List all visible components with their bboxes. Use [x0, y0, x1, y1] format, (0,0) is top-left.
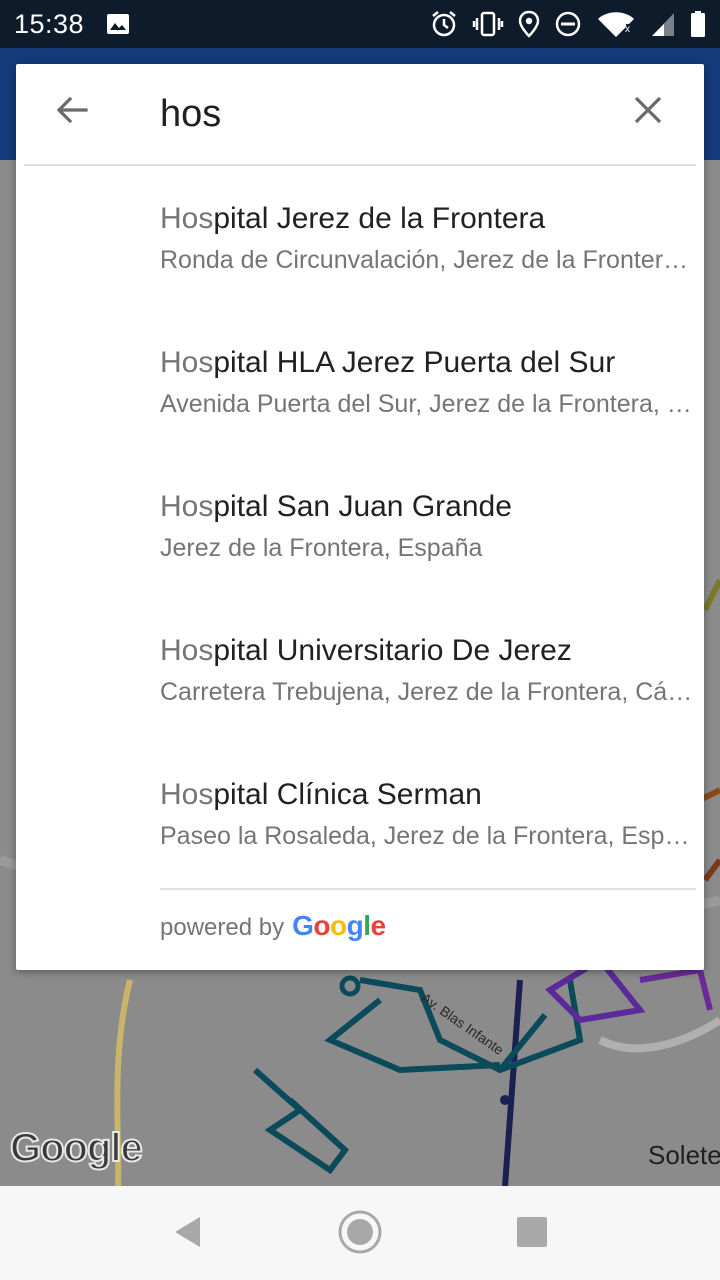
- nav-back-button[interactable]: [160, 1206, 216, 1262]
- result-item[interactable]: Hospital Jerez de la Frontera Ronda de C…: [16, 166, 704, 310]
- status-bar: 15:38 x: [0, 0, 720, 48]
- search-autocomplete-dialog: Hospital Jerez de la Frontera Ronda de C…: [16, 64, 704, 970]
- result-match: Hos: [160, 490, 214, 523]
- location-icon: [518, 10, 540, 38]
- result-title-rest: pital Jerez de la Frontera: [213, 202, 546, 235]
- result-title: Hospital Clínica Serman: [160, 778, 696, 812]
- powered-by-google: powered by Google: [160, 910, 386, 942]
- google-map-logo: Google: [9, 1125, 144, 1171]
- close-icon: [632, 94, 664, 131]
- signal-icon: [650, 10, 676, 38]
- nav-home-button[interactable]: [332, 1206, 388, 1262]
- result-title-rest: pital HLA Jerez Puerta del Sur: [213, 346, 616, 379]
- svg-text:x: x: [625, 24, 630, 35]
- google-logo-letter: o: [329, 910, 347, 941]
- status-icons: x: [430, 0, 706, 48]
- result-subtitle: Ronda de Circunvalación, Jerez de la Fro…: [160, 246, 696, 274]
- result-item[interactable]: Hospital Clínica Serman Paseo la Rosaled…: [16, 742, 704, 886]
- result-subtitle: Avenida Puerta del Sur, Jerez de la Fron…: [160, 390, 696, 418]
- back-triangle-icon: [172, 1215, 204, 1254]
- result-subtitle: Paseo la Rosaleda, Jerez de la Frontera,…: [160, 822, 696, 850]
- image-icon: [106, 13, 130, 35]
- google-logo-letter: G: [292, 910, 314, 941]
- google-logo-letter: o: [313, 910, 330, 941]
- recents-square-icon: [516, 1216, 548, 1253]
- footer-divider: [160, 888, 696, 890]
- result-match: Hos: [160, 346, 214, 379]
- result-item[interactable]: Hospital Universitario De Jerez Carreter…: [16, 598, 704, 742]
- result-title-rest: pital San Juan Grande: [213, 490, 512, 523]
- result-match: Hos: [160, 778, 214, 811]
- place-label: Solete: [648, 1140, 720, 1170]
- result-subtitle: Carretera Trebujena, Jerez de la Fronter…: [160, 678, 696, 706]
- results-list: Hospital Jerez de la Frontera Ronda de C…: [16, 166, 704, 886]
- result-title-rest: pital Universitario De Jerez: [213, 634, 572, 667]
- google-logo-letter: g: [346, 910, 364, 941]
- result-title: Hospital Universitario De Jerez: [160, 634, 696, 668]
- alarm-icon: [430, 10, 458, 38]
- result-item[interactable]: Hospital HLA Jerez Puerta del Sur Avenid…: [16, 310, 704, 454]
- back-button[interactable]: [52, 92, 92, 132]
- status-time: 15:38: [14, 8, 85, 39]
- battery-icon: [690, 10, 706, 38]
- dnd-icon: [554, 10, 582, 38]
- arrow-back-icon: [54, 92, 90, 133]
- wifi-icon: x: [596, 10, 636, 38]
- vibrate-icon: [472, 10, 504, 38]
- result-title: Hospital San Juan Grande: [160, 490, 696, 524]
- result-title: Hospital HLA Jerez Puerta del Sur: [160, 346, 696, 380]
- result-title: Hospital Jerez de la Frontera: [160, 202, 696, 236]
- result-match: Hos: [160, 202, 214, 235]
- home-circle-icon: [337, 1209, 383, 1260]
- google-logo: Google: [292, 910, 386, 942]
- powered-by-text: powered by: [160, 914, 285, 941]
- nav-recents-button[interactable]: [504, 1206, 560, 1262]
- result-match: Hos: [160, 634, 214, 667]
- system-nav-bar: [0, 1186, 720, 1280]
- search-input[interactable]: [160, 88, 600, 140]
- result-item[interactable]: Hospital San Juan Grande Jerez de la Fro…: [16, 454, 704, 598]
- google-logo-letter: e: [370, 910, 386, 941]
- result-title-rest: pital Clínica Serman: [213, 778, 482, 811]
- clear-button[interactable]: [628, 92, 668, 132]
- result-subtitle: Jerez de la Frontera, España: [160, 534, 483, 562]
